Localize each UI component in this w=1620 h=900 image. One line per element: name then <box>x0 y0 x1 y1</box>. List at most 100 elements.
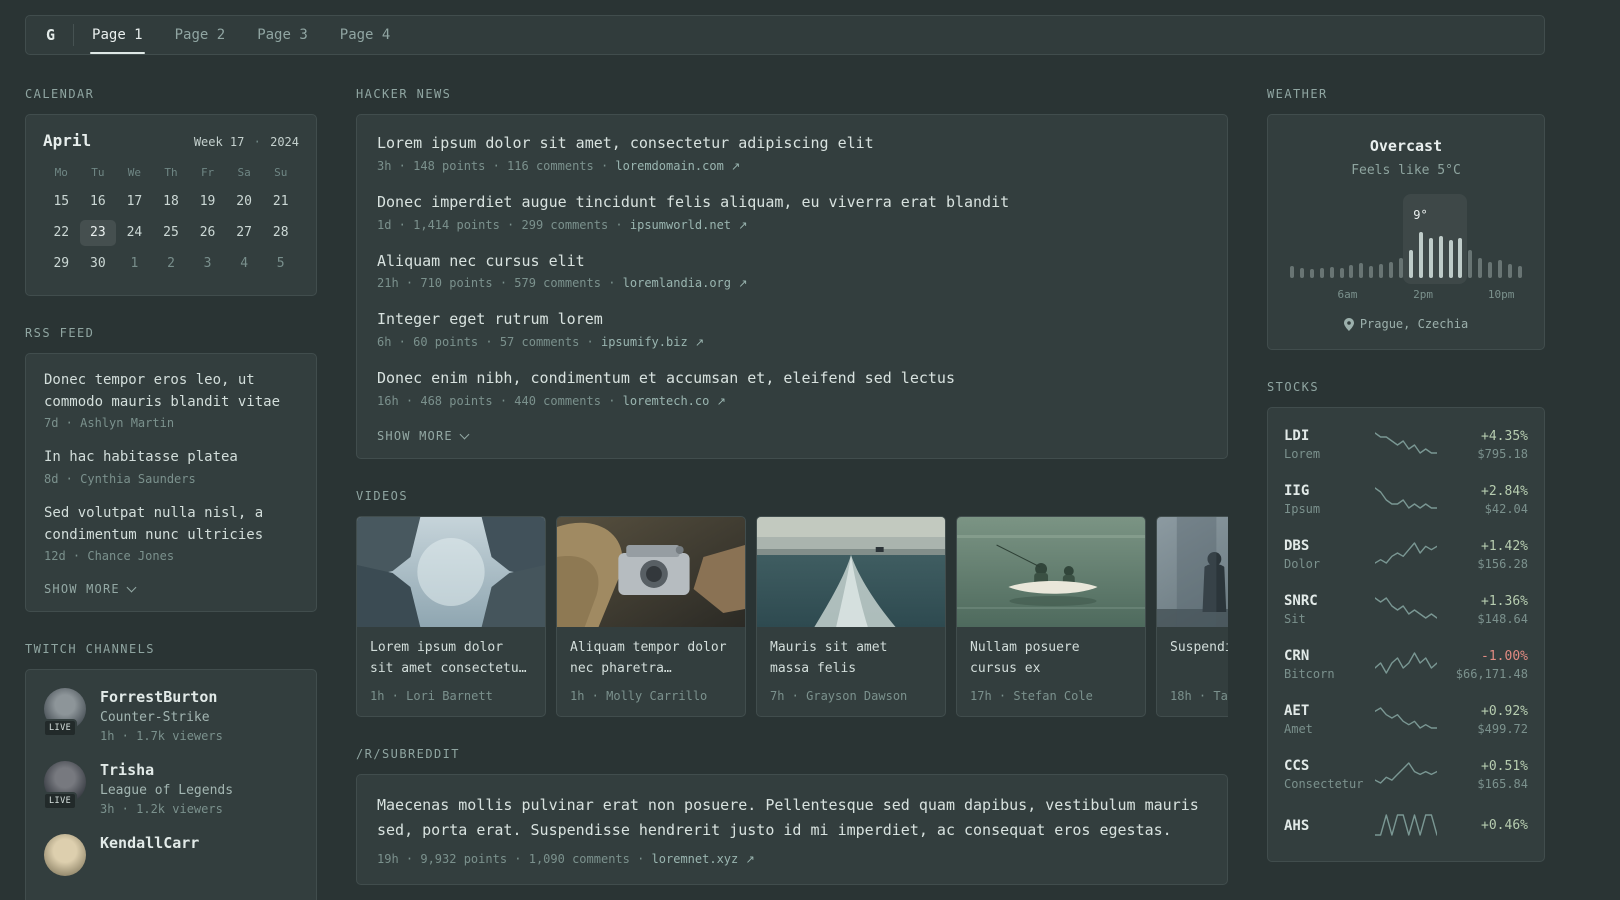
stock-row[interactable]: CRN Bitcorn -1.00% $66,171.48 <box>1284 637 1528 692</box>
stock-ticker: AET <box>1284 703 1310 719</box>
rss-show-more-button[interactable]: SHOW MORE <box>44 582 137 596</box>
calendar-weekday-label: Th <box>164 166 178 179</box>
calendar-day[interactable]: 24 <box>116 220 153 246</box>
calendar-day[interactable]: 22 <box>43 220 80 246</box>
calendar-day[interactable]: 18 <box>153 189 190 215</box>
page-tab[interactable]: Page 4 <box>340 16 391 54</box>
calendar-day[interactable]: 4 <box>226 251 263 277</box>
subreddit-post-title[interactable]: Maecenas mollis pulvinar erat non posuer… <box>377 793 1207 844</box>
page-tab-label: Page 1 <box>92 27 143 43</box>
hn-item-stats: 6h · 60 points · 57 comments · <box>377 335 601 349</box>
hn-item-title[interactable]: Donec imperdiet augue tincidunt felis al… <box>377 192 1207 214</box>
chevron-down-icon <box>459 429 470 440</box>
subreddit-post-stats: 19h · 9,932 points · 1,090 comments · <box>377 851 652 866</box>
stock-row[interactable]: DBS Dolor +1.42% $156.28 <box>1284 527 1528 582</box>
calendar-day[interactable]: 2 <box>153 251 190 277</box>
rss-card: Donec tempor eros leo, ut commodo mauris… <box>25 353 317 613</box>
hn-item-domain[interactable]: loremlandia.org <box>623 276 739 290</box>
thumb-foggy-figure <box>1157 516 1228 627</box>
calendar-day[interactable]: 25 <box>153 220 190 246</box>
avatar[interactable]: LIVE <box>43 761 86 811</box>
calendar-day[interactable]: 28 <box>262 220 299 246</box>
hn-item-stats: 3h · 148 points · 116 comments · <box>377 158 616 173</box>
video-thumbnail[interactable] <box>557 516 745 627</box>
avatar[interactable] <box>44 834 86 877</box>
external-link-icon: ↗ <box>738 277 748 291</box>
calendar-day[interactable]: 17 <box>116 189 153 215</box>
page-tab[interactable]: Page 1 <box>90 16 145 54</box>
hn-item: Donec enim nibh, condimentum et accumsan… <box>377 368 1207 408</box>
twitch-channel-name[interactable]: ForrestBurton <box>100 688 223 706</box>
hn-item-domain[interactable]: loremtech.co <box>623 394 717 408</box>
calendar-day[interactable]: 15 <box>43 189 80 215</box>
video-thumbnail[interactable] <box>1157 516 1228 627</box>
logo[interactable]: G <box>46 26 55 44</box>
calendar-day[interactable]: 1 <box>116 251 153 277</box>
stock-name: Sit <box>1284 612 1306 626</box>
stock-price: $499.72 <box>1477 721 1528 736</box>
chevron-down-icon <box>126 582 137 593</box>
video-thumbnail[interactable] <box>757 516 945 627</box>
stock-name: Ipsum <box>1284 502 1321 516</box>
calendar-day[interactable]: 5 <box>262 251 299 277</box>
page-tab[interactable]: Page 2 <box>175 16 226 54</box>
weather-bar <box>1319 268 1324 278</box>
video-thumbnail[interactable] <box>957 516 1145 627</box>
thumb-canoe-fishing <box>957 516 1145 627</box>
hn-item-title[interactable]: Aliquam nec cursus elit <box>377 251 1207 273</box>
rss-item-title[interactable]: In hac habitasse platea <box>44 447 298 469</box>
calendar-day[interactable]: 3 <box>189 251 226 277</box>
calendar-day[interactable]: 27 <box>226 220 263 246</box>
stock-change: +1.42% <box>1481 538 1528 554</box>
calendar-day[interactable]: 23 <box>79 220 117 246</box>
rss-item-title[interactable]: Sed volutpat nulla nisl, a condimentum n… <box>44 503 298 546</box>
video-title[interactable]: Aliquam tempor dolor nec pharetra… <box>570 638 732 680</box>
stock-name: Bitcorn <box>1284 667 1335 681</box>
hn-item-meta: 6h · 60 points · 57 comments · ipsumify.… <box>377 335 1207 349</box>
calendar-day[interactable]: 30 <box>80 251 117 277</box>
weather-bar <box>1418 232 1423 278</box>
rss-item-meta: 7d · Ashlyn Martin <box>44 416 175 431</box>
stock-row[interactable]: AET Amet +0.92% $499.72 <box>1284 692 1528 747</box>
stock-row[interactable]: CCS Consectetur +0.51% $165.84 <box>1284 747 1528 802</box>
calendar-day[interactable]: 19 <box>189 189 226 215</box>
calendar-day[interactable]: 26 <box>189 220 226 246</box>
hn-item-title[interactable]: Donec enim nibh, condimentum et accumsan… <box>377 368 1207 390</box>
calendar-day[interactable]: 21 <box>262 189 299 215</box>
stock-price: $66,171.48 <box>1455 666 1528 681</box>
hn-item-title[interactable]: Integer eget rutrum lorem <box>377 309 1207 331</box>
twitch-channel-name[interactable]: Trisha <box>100 761 233 779</box>
page-tab[interactable]: Page 3 <box>257 16 308 54</box>
video-meta: 1h · Lori Barnett <box>370 688 493 703</box>
calendar-day[interactable]: 20 <box>226 189 263 215</box>
stock-change: +0.92% <box>1481 703 1528 719</box>
hn-item-title[interactable]: Lorem ipsum dolor sit amet, consectetur … <box>377 133 1207 155</box>
hn-item-domain[interactable]: ipsumify.biz <box>601 335 695 349</box>
rss-item-title[interactable]: Donec tempor eros leo, ut commodo mauris… <box>44 370 298 413</box>
stock-row[interactable]: LDI Lorem +4.35% $795.18 <box>1284 417 1528 472</box>
twitch-channel-game: League of Legends <box>100 783 234 799</box>
video-title[interactable]: Lorem ipsum dolor sit amet consectetu… <box>370 638 532 680</box>
stock-left: DBS Dolor <box>1284 538 1370 571</box>
avatar[interactable]: LIVE <box>43 688 86 738</box>
video-thumbnail[interactable] <box>357 516 545 627</box>
video-title[interactable]: Suspendisse diam <box>1170 638 1228 680</box>
video-title[interactable]: Mauris sit amet massa felis <box>770 638 932 680</box>
stock-change: +0.46% <box>1481 818 1528 833</box>
hn-item-domain[interactable]: loremdomain.com <box>615 159 731 173</box>
stocks-section-title: STOCKS <box>1267 380 1319 394</box>
stock-row[interactable]: AHS +0.46% <box>1284 802 1528 852</box>
stock-change: +4.35% <box>1481 428 1528 444</box>
weather-bar <box>1299 268 1304 278</box>
hn-show-more-button[interactable]: SHOW MORE <box>377 429 470 443</box>
stock-row[interactable]: SNRC Sit +1.36% $148.64 <box>1284 582 1528 637</box>
calendar-week-number: Week 17 <box>193 135 245 149</box>
video-title[interactable]: Nullam posuere cursus ex <box>970 638 1132 680</box>
hn-item-domain[interactable]: ipsumworld.net <box>630 218 738 232</box>
stock-right: -1.00% $66,171.48 <box>1442 649 1528 681</box>
subreddit-post-domain[interactable]: loremnet.xyz <box>652 852 746 866</box>
twitch-channel-name[interactable]: KendallCarr <box>100 834 199 852</box>
stock-row[interactable]: IIG Ipsum +2.84% $42.04 <box>1284 472 1528 527</box>
calendar-day[interactable]: 16 <box>80 189 117 215</box>
calendar-day[interactable]: 29 <box>43 251 80 277</box>
